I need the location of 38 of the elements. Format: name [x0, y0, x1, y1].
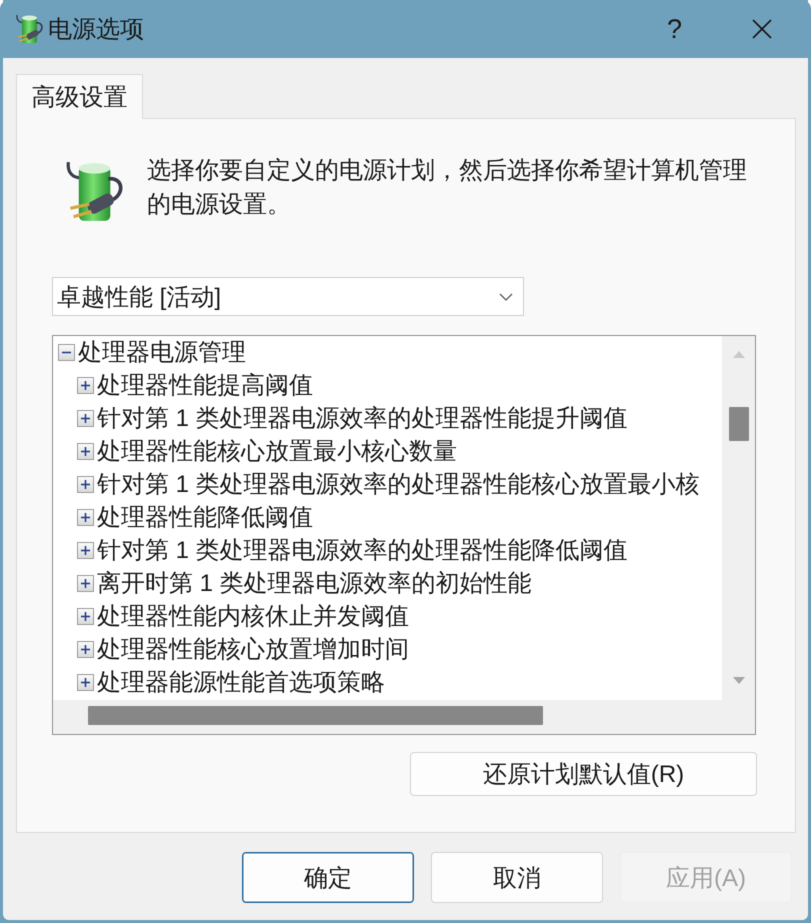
scrollbar-thumb[interactable]	[728, 407, 748, 441]
expand-icon[interactable]	[77, 443, 94, 460]
tab[interactable]: 高级设置	[16, 74, 143, 119]
expand-icon[interactable]	[77, 542, 94, 559]
expand-icon[interactable]	[77, 410, 94, 427]
collapse-icon[interactable]	[58, 344, 75, 361]
expand-icon[interactable]	[77, 608, 94, 625]
horizontal-scrollbar[interactable]	[53, 700, 722, 734]
expand-icon[interactable]	[77, 377, 94, 394]
scrollbar-thumb[interactable]	[88, 706, 543, 725]
help-button[interactable]: ?	[662, 13, 686, 45]
tree-item[interactable]: 处理器性能核心放置最小核心数量	[77, 435, 457, 468]
restore-defaults-button[interactable]: 还原计划默认值(R)	[410, 752, 757, 796]
expand-icon[interactable]	[77, 509, 94, 526]
chevron-down-icon	[499, 292, 513, 300]
expand-icon[interactable]	[77, 476, 94, 493]
tree-item[interactable]: 处理器性能核心放置增加时间	[77, 633, 409, 666]
dialog-button[interactable]: 取消	[431, 852, 603, 903]
tree-item[interactable]: 针对第 1 类处理器电源效率的处理器性能提升阈值	[77, 402, 628, 435]
close-icon	[752, 19, 772, 39]
tree-item[interactable]: 针对第 1 类处理器电源效率的处理器性能降低阈值	[77, 534, 628, 567]
window-title: 电源选项	[48, 15, 144, 45]
tree-item[interactable]: 处理器性能提高阈值	[77, 369, 313, 402]
expand-icon[interactable]	[77, 575, 94, 592]
battery-plug-icon	[14, 13, 44, 45]
tree-item[interactable]: 针对第 1 类处理器电源效率的处理器性能核心放置最小核	[77, 468, 700, 501]
tree-item[interactable]: 处理器能源性能首选项策略	[77, 666, 385, 699]
expand-icon[interactable]	[77, 641, 94, 658]
dialog-button[interactable]: 确定	[242, 852, 414, 903]
description-text: 选择你要自定义的电源计划，然后选择你希望计算机管理的电源设置。	[147, 156, 748, 220]
expand-icon[interactable]	[77, 674, 94, 691]
tree-item[interactable]: 处理器电源管理	[58, 336, 246, 369]
vertical-scrollbar[interactable]	[722, 336, 755, 700]
tree-item[interactable]: 处理器性能降低阈值	[77, 501, 313, 534]
close-button[interactable]	[752, 19, 772, 39]
tree-item[interactable]: 离开时第 1 类处理器电源效率的初始性能	[77, 567, 532, 600]
plan-dropdown[interactable]: 卓越性能 [活动]	[52, 277, 524, 316]
tree-item[interactable]: 处理器性能内核休止并发阈值	[77, 600, 409, 633]
